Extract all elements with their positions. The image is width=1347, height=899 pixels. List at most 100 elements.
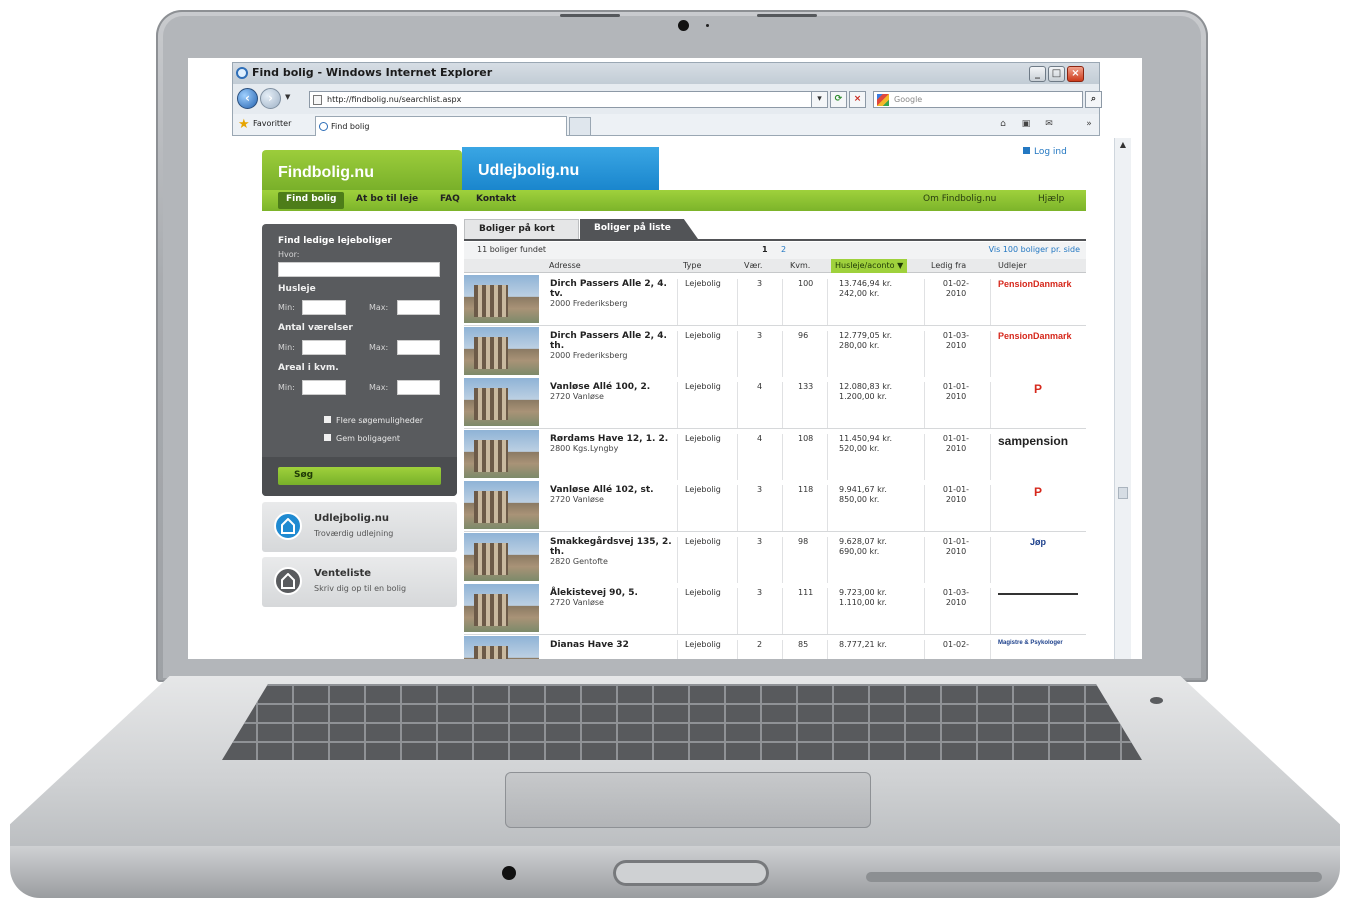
street-address[interactable]: Vanløse Allé 100, 2.	[550, 382, 678, 392]
minimize-button[interactable]: _	[1029, 66, 1046, 82]
more-options-link[interactable]: Flere søgemuligheder	[324, 416, 423, 425]
back-button[interactable]: ‹	[237, 88, 258, 109]
table-row[interactable]: Vanløse Allé 102, st. 2720 Vanløse Lejebol…	[464, 480, 1086, 532]
address-cell[interactable]: Rørdams Have 12, 1. 2. 2800 Kgs.Lyngby	[550, 434, 678, 454]
rent-min-input[interactable]	[302, 300, 346, 315]
landlord-logo[interactable]: Jøp	[1030, 537, 1046, 547]
table-row[interactable]: Ålekistevej 90, 5. 2720 Vanløse Lejebolig 3…	[464, 583, 1086, 635]
scroll-thumb[interactable]	[1118, 487, 1128, 499]
tab-list-view[interactable]: Boliger på liste	[580, 219, 698, 239]
stop-icon[interactable]: ×	[849, 91, 866, 108]
new-tab-button[interactable]	[569, 117, 591, 135]
street-address[interactable]: Dianas Have 32	[550, 640, 678, 650]
address-cell[interactable]: Dianas Have 32	[550, 640, 678, 650]
property-photo[interactable]	[464, 481, 539, 529]
col-available[interactable]: Ledig fra	[931, 261, 966, 270]
vertical-scrollbar[interactable]: ▲	[1114, 138, 1131, 659]
property-photo[interactable]	[464, 532, 539, 581]
findbolig-logo[interactable]: Findbolig.nu	[262, 150, 462, 190]
nav-om-findbolig[interactable]: Om Findbolig.nu	[923, 194, 996, 204]
street-address[interactable]: Dirch Passers Alle 2, 4. th.	[550, 331, 678, 351]
save-agent-link[interactable]: Gem boligagent	[324, 434, 400, 443]
landlord-logo[interactable]: Magistre & Psykologer	[998, 640, 1063, 646]
street-address[interactable]: Dirch Passers Alle 2, 4. tv.	[550, 279, 678, 299]
login-link[interactable]: Log ind	[1023, 147, 1067, 157]
table-row[interactable]: Vanløse Allé 100, 2. 2720 Vanløse Lejeboli…	[464, 377, 1086, 429]
property-photo[interactable]	[464, 378, 539, 426]
history-dropdown-icon[interactable]: ▼	[285, 93, 290, 101]
property-photo[interactable]	[464, 429, 539, 478]
favorites-star-icon[interactable]: ★	[238, 118, 250, 131]
street-address[interactable]: Ålekistevej 90, 5.	[550, 588, 678, 598]
udlejbolig-logo[interactable]: Udlejbolig.nu	[462, 147, 659, 190]
browser-tab[interactable]: Find bolig	[315, 116, 567, 136]
scroll-up-icon[interactable]: ▲	[1117, 140, 1129, 151]
table-row[interactable]: Dirch Passers Alle 2, 4. th. 2000 Frederi…	[464, 325, 1086, 378]
property-photo[interactable]	[464, 635, 539, 659]
table-row[interactable]: Dianas Have 32 Lejebolig 2 85 8.777,21 kr. 01…	[464, 634, 1086, 659]
maximize-button[interactable]: □	[1048, 66, 1065, 82]
address-cell[interactable]: Vanløse Allé 102, st. 2720 Vanløse	[550, 485, 678, 505]
landlord-logo[interactable]: PensionDanmark	[998, 279, 1072, 289]
address-bar[interactable]: http://findbolig.nu/searchlist.aspx	[309, 91, 825, 108]
search-input[interactable]: Google	[873, 91, 1083, 108]
nav-kontakt[interactable]: Kontakt	[476, 194, 516, 204]
favorites-label[interactable]: Favoritter	[253, 119, 291, 128]
nav-at-bo-til-leje[interactable]: At bo til leje	[356, 194, 418, 204]
more-tools-icon[interactable]: »	[1081, 117, 1097, 131]
area-max-input[interactable]	[397, 380, 440, 395]
col-divider	[827, 639, 828, 659]
udlejbolig-promo[interactable]: Udlejbolig.nu Troværdig udlejning	[262, 502, 457, 552]
close-button[interactable]: ×	[1067, 66, 1084, 82]
refresh-icon[interactable]: ⟳	[830, 91, 847, 108]
search-icon[interactable]: ⌕	[1085, 91, 1102, 108]
street-address[interactable]: Vanløse Allé 102, st.	[550, 485, 678, 495]
landlord-logo[interactable]: P	[1034, 382, 1042, 396]
mail-icon[interactable]: ✉	[1041, 117, 1057, 131]
address-cell[interactable]: Smakkegårdsvej 135, 2. th. 2820 Gentofte	[550, 537, 678, 567]
landlord-logo[interactable]	[998, 593, 1078, 595]
street-address[interactable]: Rørdams Have 12, 1. 2.	[550, 434, 678, 444]
col-sqm[interactable]: Kvm.	[790, 261, 810, 270]
property-photo[interactable]	[464, 326, 539, 375]
feeds-icon[interactable]: ▣	[1018, 117, 1034, 131]
rooms-min-input[interactable]	[302, 340, 346, 355]
forward-button[interactable]: ›	[260, 88, 281, 109]
page-1[interactable]: 1	[762, 245, 768, 254]
search-button[interactable]: Søg	[278, 467, 441, 485]
home-icon[interactable]: ⌂	[995, 117, 1011, 131]
property-photo[interactable]	[464, 275, 539, 323]
rent-max-input[interactable]	[397, 300, 440, 315]
table-row[interactable]: Dirch Passers Alle 2, 4. tv. 2000 Frederi…	[464, 274, 1086, 326]
page-2[interactable]: 2	[781, 245, 786, 254]
address-cell[interactable]: Dirch Passers Alle 2, 4. th. 2000 Frederi…	[550, 331, 678, 361]
table-row[interactable]: Smakkegårdsvej 135, 2. th. 2820 Gentofte L…	[464, 531, 1086, 584]
address-dropdown-icon[interactable]: ▾	[811, 91, 828, 108]
waitlist-promo[interactable]: Venteliste Skriv dig op til en bolig	[262, 557, 457, 607]
col-rent[interactable]: Husleje/aconto ▼	[831, 259, 908, 273]
nav-find-bolig[interactable]: Find bolig	[278, 192, 345, 209]
per-page-link[interactable]: Vis 100 boliger pr. side	[989, 245, 1080, 254]
area-min-input[interactable]	[302, 380, 346, 395]
street-address[interactable]: Smakkegårdsvej 135, 2. th.	[550, 537, 678, 557]
col-landlord[interactable]: Udlejer	[998, 261, 1027, 270]
rent-label: Husleje	[278, 284, 316, 294]
nav-help[interactable]: Hjælp	[1038, 194, 1064, 204]
property-photo[interactable]	[464, 584, 539, 632]
address-cell[interactable]: Dirch Passers Alle 2, 4. tv. 2000 Frederi…	[550, 279, 678, 309]
table-row[interactable]: Rørdams Have 12, 1. 2. 2800 Kgs.Lyngby Lej…	[464, 428, 1086, 481]
col-divider	[737, 588, 738, 634]
rooms-max-input[interactable]	[397, 340, 440, 355]
col-rooms[interactable]: Vær.	[744, 261, 762, 270]
address-cell[interactable]: Ålekistevej 90, 5. 2720 Vanløse	[550, 588, 678, 608]
city: 2820 Gentofte	[550, 556, 608, 566]
landlord-logo[interactable]: P	[1034, 485, 1042, 499]
address-cell[interactable]: Vanløse Allé 100, 2. 2720 Vanløse	[550, 382, 678, 402]
where-input[interactable]	[278, 262, 440, 277]
col-adresse[interactable]: Adresse	[549, 261, 581, 270]
nav-faq[interactable]: FAQ	[440, 194, 460, 204]
col-type[interactable]: Type	[683, 261, 701, 270]
tab-map-view[interactable]: Boliger på kort	[464, 219, 579, 239]
landlord-logo[interactable]: PensionDanmark	[998, 331, 1072, 341]
landlord-logo[interactable]: sampension	[998, 434, 1068, 448]
